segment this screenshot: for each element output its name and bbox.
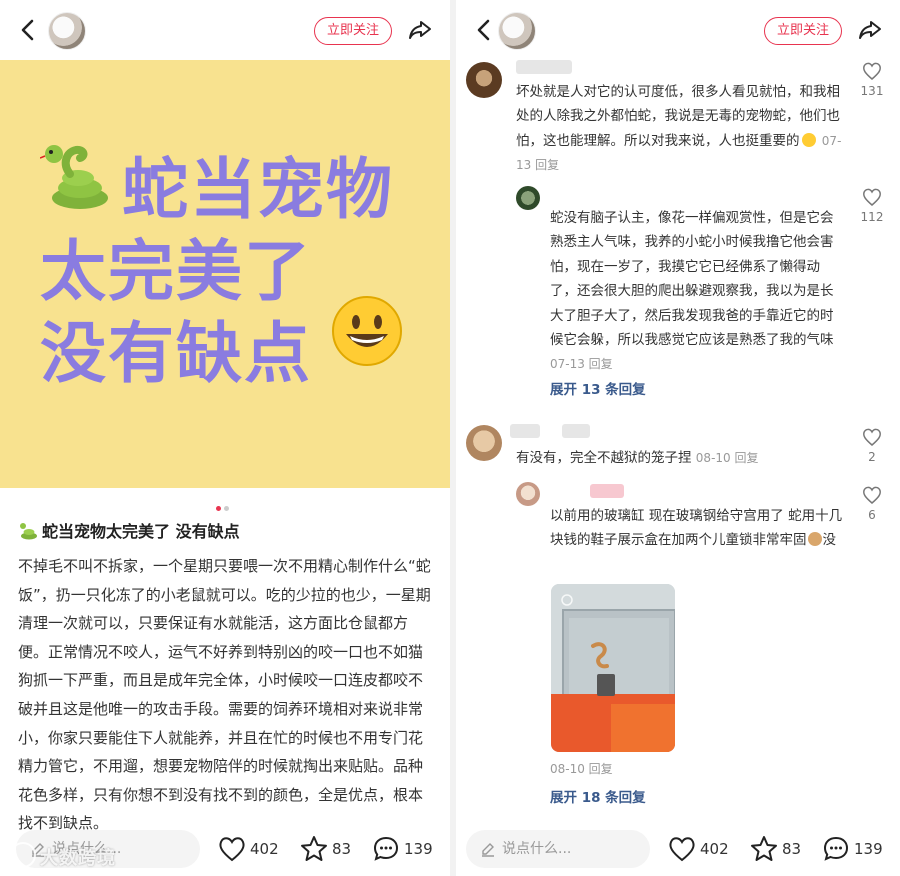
comment-like-count: 112 (860, 210, 884, 224)
commenter-name-part (562, 424, 590, 438)
comment-meta[interactable]: 08-10 回复 (550, 760, 613, 777)
heart-icon (863, 188, 881, 206)
follow-button[interactable]: 立即关注 (764, 17, 843, 45)
top-bar: 立即关注 (456, 0, 900, 60)
like-button[interactable]: 402 (218, 832, 279, 866)
comment-like-count: 6 (868, 508, 876, 522)
collect-count: 83 (782, 840, 802, 858)
terrarium-photo-image (551, 584, 675, 752)
comment-button[interactable]: 139 (372, 832, 433, 866)
comment-text: 有没有，完全不越狱的笼子捏 08-10 回复 (516, 450, 759, 466)
back-arrow-icon[interactable] (14, 16, 42, 44)
comment-text: 坏处就是人对它的认可度低，很多人看见就怕，和我相处的人除我之外都怕蛇，我说是无毒… (516, 84, 842, 173)
author-avatar[interactable] (48, 12, 86, 50)
heart-icon (863, 428, 881, 446)
post-body: 不掉毛不叫不拆家，一个星期只要喂一次不用精心制作什么“蛇饭”，扔一只化冻了的小老… (18, 557, 431, 833)
reply-avatar[interactable] (516, 186, 540, 210)
back-arrow-icon[interactable] (470, 16, 498, 44)
expand-replies-link[interactable]: 展开 13 条回复 (550, 378, 646, 398)
commenter-avatar[interactable] (466, 425, 502, 461)
star-icon (301, 836, 327, 861)
comment-like-count: 131 (860, 84, 884, 98)
post-cover-image[interactable]: 蛇当宠物 太完美了 没有缺点 (0, 60, 450, 488)
comment-meta[interactable]: 08-10 回复 (696, 451, 759, 465)
share-icon[interactable] (856, 16, 884, 44)
top-bar: 立即关注 (0, 0, 450, 60)
dog-emoji-icon (807, 532, 822, 547)
commenter-name[interactable] (516, 60, 572, 74)
star-icon (751, 836, 777, 861)
heart-icon (863, 62, 881, 80)
watermark-text: 大数跨境 (40, 848, 116, 869)
carousel-indicator (214, 496, 230, 511)
post-detail-panel: 立即关注 蛇当宠物 太完美了 没有缺点 蛇当宠物太完美了 没有缺点 不掉毛不叫不… (0, 0, 450, 876)
follow-button[interactable]: 立即关注 (314, 17, 393, 45)
watermark: 大数跨境 (10, 842, 116, 870)
cover-headline-line-3: 没有缺点 (40, 315, 312, 392)
comment-bubble-icon (373, 836, 399, 861)
comment-input[interactable]: 说点什么... (466, 830, 650, 868)
like-button[interactable]: 402 (668, 832, 729, 866)
reply-avatar[interactable] (516, 482, 540, 506)
comment-like-button[interactable]: 131 (860, 62, 884, 98)
comment-count: 139 (404, 840, 433, 858)
reply-text: 蛇没有脑子认主，像花一样偏观赏性，但是它会熟悉主人气味，我养的小蛇小时候我撸它他… (550, 210, 834, 372)
heart-icon (219, 837, 245, 862)
smiley-emoji-icon (332, 296, 402, 366)
share-icon[interactable] (406, 16, 434, 44)
snake-emoji-icon (20, 523, 37, 540)
crying-emoji-icon (801, 132, 816, 147)
like-count: 402 (700, 840, 729, 858)
comment-like-count: 2 (868, 450, 876, 464)
like-count: 402 (250, 840, 279, 858)
heart-icon (863, 486, 881, 504)
comment-like-button[interactable]: 6 (860, 486, 884, 522)
comment-meta[interactable]: 07-13 回复 (550, 357, 613, 371)
comment-button[interactable]: 139 (822, 832, 883, 866)
comment-placeholder: 说点什么... (502, 841, 572, 857)
reply-text: 以前用的玻璃缸 现在玻璃钢给守宫用了 蛇用十几块钱的鞋子展示盒在加两个儿童锁非常… (550, 508, 843, 549)
collect-button[interactable]: 83 (750, 832, 801, 866)
comment-bubble-icon (823, 836, 849, 861)
author-avatar[interactable] (498, 12, 536, 50)
comment-like-button[interactable]: 112 (860, 188, 884, 224)
comment-count: 139 (854, 840, 883, 858)
post-title: 蛇当宠物太完美了 没有缺点 (18, 518, 240, 542)
carousel-dot-active (215, 506, 221, 511)
pencil-icon (482, 843, 494, 857)
heart-icon (669, 837, 695, 862)
post-title-text: 蛇当宠物太完美了 没有缺点 (42, 522, 240, 541)
collect-count: 83 (332, 840, 352, 858)
comment-photo[interactable] (551, 584, 675, 752)
comment-like-button[interactable]: 2 (860, 428, 884, 464)
collect-button[interactable]: 83 (300, 832, 351, 866)
commenter-avatar[interactable] (466, 62, 502, 98)
expand-replies-link[interactable]: 展开 18 条回复 (550, 786, 646, 806)
commenter-name[interactable] (510, 424, 540, 438)
commenter-name[interactable] (590, 484, 624, 498)
carousel-dot (223, 506, 229, 511)
watermark-logo-icon (10, 842, 36, 868)
snake-emoji-icon (40, 145, 108, 209)
